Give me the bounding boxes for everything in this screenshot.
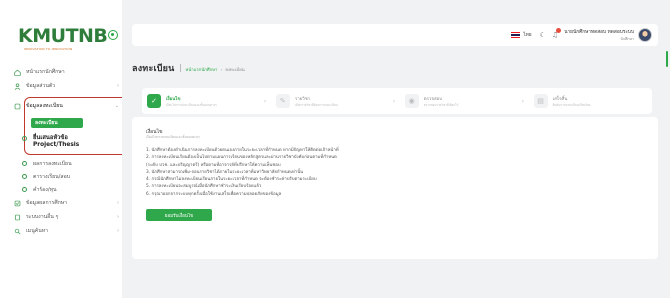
home-icon (14, 69, 26, 76)
list-item: 1. นักศึกษาต้องดำเนินการลงทะเบียนด้วยตนเ… (146, 148, 339, 153)
document-icon (14, 214, 26, 221)
registration-stepper: ✓ เงื่อนไข เงื่อนไขการลงทะเบียนและขั้นตอน… (142, 88, 652, 114)
circle-icon (22, 174, 27, 179)
submenu-project-thesis[interactable]: ยื่นเสนอหัวข้อ Project/Thesis (22, 135, 79, 149)
logo-tagline: INNOVATION TO INNOVATION (24, 47, 73, 51)
logo-text: MUTNB (32, 25, 108, 47)
review-icon: ◉ (404, 94, 419, 108)
chevron-right-icon: › (117, 200, 119, 206)
sidebar-item-search-menu[interactable]: เมนูค้นหา › (14, 225, 119, 237)
submenu-schedule[interactable]: ตารางเรียน/สอบ (22, 173, 70, 181)
step-conditions[interactable]: ✓ เงื่อนไข เงื่อนไขการลงทะเบียนและขั้นตอน… (147, 94, 260, 108)
chevron-right-icon: › (392, 97, 396, 105)
card-subtitle: เงื่อนไขการลงทะเบียนและขั้นตอนต่างๆ (146, 135, 200, 139)
step-finish[interactable]: ▤ เสร็จสิ้น ยืนยันการลงทะเบียนเรียบร้อย (533, 94, 647, 108)
list-item: 4. กรณีนักศึกษาไม่ลงทะเบียนเรียนภายในระย… (146, 177, 317, 183)
submenu-registration-results[interactable]: ผลการลงทะเบียน (22, 160, 72, 168)
edit-icon: ✎ (275, 94, 290, 108)
conditions-card: เงื่อนไข เงื่อนไขการลงทะเบียนและขั้นตอนต… (132, 117, 658, 259)
main-content: ไทย ☾ ♫ นายนักศึกษาทดสอบ ทดสอบระบบ นักศึ… (122, 0, 670, 298)
settings-gear-icon[interactable] (108, 30, 118, 40)
notification-bell-icon[interactable]: ♫ (552, 28, 562, 39)
thai-flag-icon[interactable] (511, 32, 521, 38)
sidebar-item-profile[interactable]: ข้อมูลส่วนตัว › (14, 80, 119, 92)
sidebar: KMUTNB INNOVATION TO INNOVATION หน้าแรกน… (0, 0, 128, 298)
step-courses[interactable]: ✎ รายวิชา เลือกรายวิชาที่ต้องการลงทะเบียน (275, 94, 389, 108)
notification-badge (556, 28, 562, 33)
chevron-right-icon: › (117, 214, 119, 220)
list-item: (ระดับ ปวช. และปริญญาตรี) หรือตามที่อาจา… (146, 162, 281, 168)
divider (179, 64, 181, 72)
avatar[interactable] (638, 28, 652, 42)
document-icon: ▤ (533, 94, 548, 108)
submenu-registration[interactable]: ลงทะเบียน (31, 118, 83, 128)
chevron-right-icon: › (117, 83, 119, 89)
sidebar-item-academic-results[interactable]: ข้อมูลผลการศึกษา › (14, 197, 119, 209)
sidebar-item-other-systems[interactable]: ระบบงานอื่น ๆ › (14, 211, 119, 223)
top-bar: ไทย ☾ ♫ นายนักศึกษาทดสอบ ทดสอบระบบ นักศึ… (132, 24, 658, 46)
page-title: ลงทะเบียน (132, 64, 175, 74)
list-item: 5. การลงทะเบียนจะสมบูรณ์เมื่อนักศึกษาชำร… (146, 184, 262, 190)
list-item: 2. การลงทะเบียนเรียนต้องเป็นไปตามแผนการเ… (146, 155, 337, 161)
chevron-right-icon: › (263, 97, 267, 105)
user-info[interactable]: นายนักศึกษาทดสอบ ทดสอบระบบ นักศึกษา (564, 28, 634, 42)
breadcrumb-current: ลงทะเบียน (225, 68, 245, 73)
sidebar-item-home[interactable]: หน้าแรกนักศึกษา (14, 66, 119, 78)
breadcrumb-home[interactable]: หน้าแรกนักศึกษา (186, 66, 218, 73)
logo-k: K (18, 25, 33, 47)
page-header: ลงทะเบียน หน้าแรกนักศึกษา › ลงทะเบียน (132, 61, 245, 75)
list-item: 6. กรุณาออกจากระบบทุกครั้งเมื่อใช้งานเสร… (146, 191, 282, 197)
circle-icon (22, 161, 27, 166)
breadcrumb-separator: › (220, 68, 223, 73)
chevron-right-icon: › (117, 228, 119, 234)
dark-mode-icon[interactable]: ☾ (540, 31, 546, 39)
submenu-petition[interactable]: คำร้อง/ทุน (22, 186, 57, 194)
side-drawer-handle[interactable] (666, 51, 668, 67)
conditions-list: 1. นักศึกษาต้องดำเนินการลงทะเบียนด้วยตนเ… (146, 147, 606, 198)
step-review[interactable]: ◉ ตรวจสอบ ตรวจสอบรายวิชาที่เลือกไว้ (404, 94, 518, 108)
circle-icon (22, 136, 27, 141)
check-icon: ✓ (147, 94, 161, 108)
language-selector[interactable]: ไทย (523, 31, 531, 39)
search-icon (14, 228, 26, 235)
kmutnb-logo[interactable]: KMUTNB INNOVATION TO INNOVATION (18, 25, 108, 56)
circle-icon (22, 187, 27, 192)
accept-conditions-button[interactable]: ยอมรับเงื่อนไข (146, 209, 212, 221)
checkbox-icon (14, 200, 26, 207)
list-item: 3. นักศึกษาสามารถเพิ่ม-ถอนรายวิชาได้ภายใ… (146, 169, 304, 175)
chevron-right-icon: › (521, 97, 525, 105)
user-icon (14, 82, 26, 90)
